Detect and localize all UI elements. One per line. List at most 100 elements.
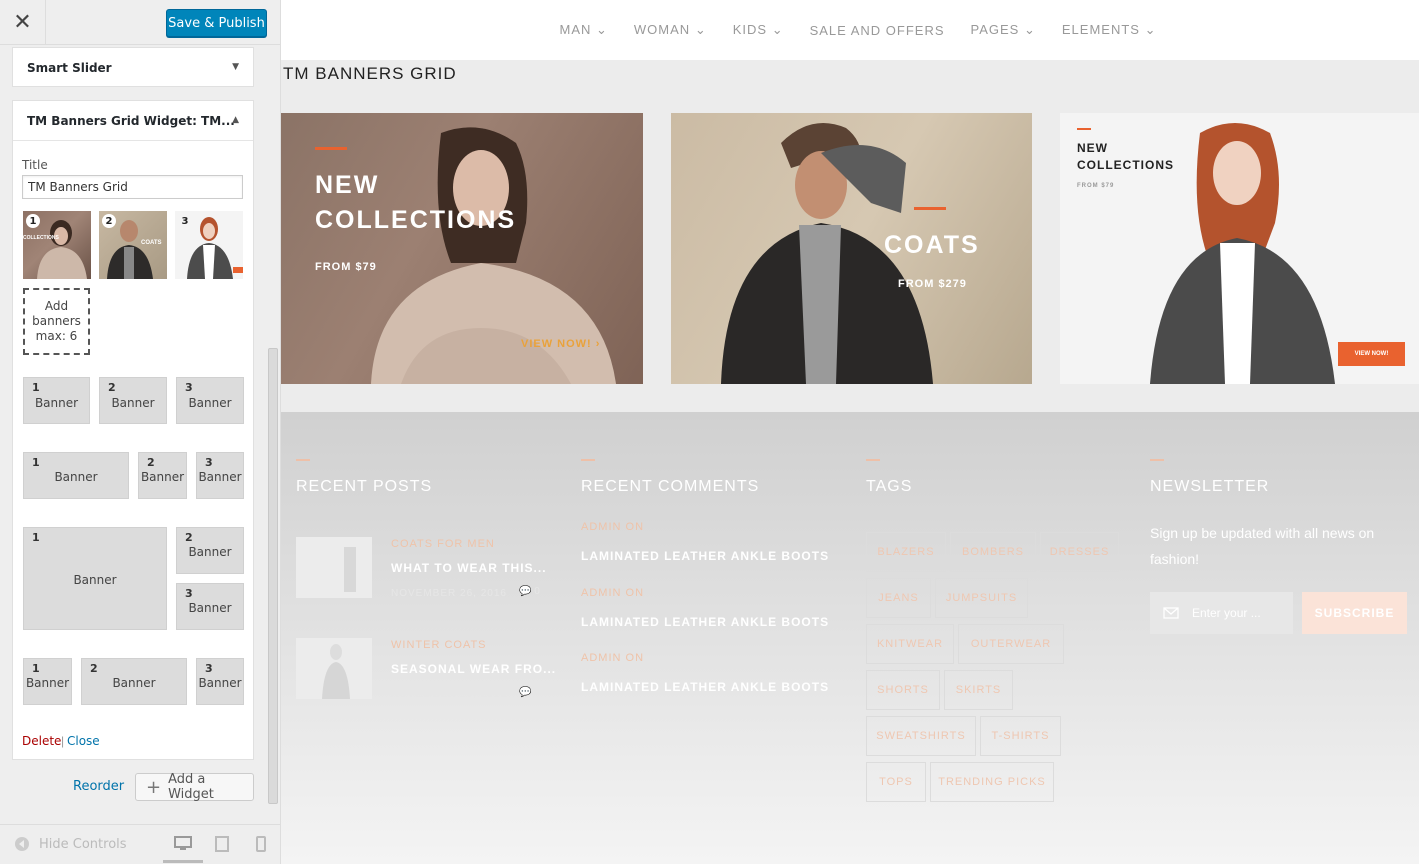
comment-author: ADMIN ON <box>581 587 644 599</box>
banner-accent-line <box>914 207 946 210</box>
customizer-header: ✕ Save & Publish <box>0 0 280 45</box>
author-name[interactable]: ADMIN <box>581 652 621 664</box>
nav-label: WOMAN <box>633 22 691 37</box>
post-category[interactable]: WINTER COATS <box>391 639 487 651</box>
tag-bombers[interactable]: BOMBERS <box>950 532 1036 572</box>
banners-widget-header[interactable]: TM Banners Grid Widget: TM... ▲ <box>13 101 253 141</box>
banner-title-line2: COLLECTIONS <box>315 206 517 234</box>
post-image <box>322 644 350 699</box>
newsletter-email-input[interactable]: Enter your ... <box>1150 592 1293 634</box>
close-icon: ✕ <box>13 10 32 35</box>
section-title: TM BANNERS GRID <box>283 64 457 83</box>
post-comment-count[interactable]: 💬 0 <box>519 586 540 597</box>
add-banners-button[interactable]: Add banners max: 6 <box>23 288 90 355</box>
nav-item-pages[interactable]: PAGES ⌄ <box>971 22 1036 38</box>
layout-cell-label: Banner <box>73 573 117 587</box>
nav-label: MAN <box>559 22 592 37</box>
banner-accent-line <box>315 147 347 150</box>
comment-icon: 💬 <box>519 586 532 597</box>
delete-widget-link[interactable]: Delete <box>22 734 61 748</box>
tag-blazers[interactable]: BLAZERS <box>866 532 946 572</box>
author-name[interactable]: ADMIN <box>581 521 621 533</box>
comment-author: ADMIN ON <box>581 652 644 664</box>
view-now-button[interactable]: VIEW NOW! <box>1338 342 1405 366</box>
tag-shorts[interactable]: SHORTS <box>866 670 940 710</box>
thumbnail-caption: COLLECTIONS <box>23 235 59 241</box>
banner-thumbnail-1[interactable]: 1 COLLECTIONS <box>23 211 91 279</box>
expand-arrow-icon[interactable]: ▼ <box>232 62 239 72</box>
comment-post[interactable]: LAMINATED LEATHER ANKLE BOOTS <box>581 615 829 629</box>
layout-cell-number: 1 <box>32 662 40 675</box>
add-widget-button[interactable]: + Add a Widget <box>135 772 254 802</box>
hide-controls-button[interactable]: Hide Controls <box>14 836 127 852</box>
post-thumbnail[interactable] <box>296 537 372 598</box>
banner-title-line2: COLLECTIONS <box>1077 158 1174 172</box>
link-separator: | <box>61 734 65 748</box>
tablet-preview-icon[interactable] <box>215 836 229 852</box>
add-widget-label: Add a Widget <box>168 772 214 802</box>
nav-item-sale[interactable]: SALE AND OFFERS <box>810 23 945 38</box>
banner-title-line1: NEW <box>1077 141 1108 155</box>
author-on: ON <box>625 521 645 533</box>
tag-trending-picks[interactable]: TRENDING PICKS <box>930 762 1054 802</box>
banner-coats[interactable]: COATS FROM $279 <box>671 113 1032 384</box>
layout-cell-label: Banner <box>54 470 98 484</box>
post-title[interactable]: SEASONAL WEAR FRO... <box>391 662 556 676</box>
tag-jeans[interactable]: JEANS <box>866 578 931 618</box>
layout-cell: 3 Banner <box>176 583 244 630</box>
banner-thumbnail-3[interactable]: 3 <box>175 211 243 279</box>
view-now-link[interactable]: VIEW NOW! › <box>521 338 600 350</box>
comment-post[interactable]: LAMINATED LEATHER ANKLE BOOTS <box>581 549 829 563</box>
post-image <box>344 547 356 592</box>
nav-item-woman[interactable]: WOMAN ⌄ <box>634 22 707 38</box>
nav-item-elements[interactable]: ELEMENTS ⌄ <box>1062 22 1157 38</box>
banner-thumbnail-2[interactable]: 2 COATS <box>99 211 167 279</box>
widget-accent-line <box>1150 459 1164 461</box>
banner-new-collections-2[interactable]: NEW COLLECTIONS FROM $79 VIEW NOW! <box>1060 113 1419 384</box>
layout-cell: 3 Banner <box>196 452 244 499</box>
title-input[interactable] <box>22 175 243 199</box>
tag-jumpsuits[interactable]: JUMPSUITS <box>935 578 1028 618</box>
collapse-arrow-icon[interactable]: ▲ <box>232 115 239 125</box>
save-publish-button[interactable]: Save & Publish <box>166 9 267 37</box>
layout-cell-label: Banner <box>198 470 242 484</box>
post-category[interactable]: COATS FOR MEN <box>391 538 495 550</box>
main-navigation: MAN ⌄ WOMAN ⌄ KIDS ⌄ SALE AND OFFERS PAG… <box>281 0 1419 60</box>
tag-outerwear[interactable]: OUTERWEAR <box>958 624 1064 664</box>
mobile-preview-icon[interactable] <box>256 836 266 852</box>
layout-cell: 2 Banner <box>99 377 167 424</box>
tag-dresses[interactable]: DRESSES <box>1040 532 1119 572</box>
comment-post[interactable]: LAMINATED LEATHER ANKLE BOOTS <box>581 680 829 694</box>
desktop-preview-icon[interactable] <box>174 836 192 852</box>
smart-slider-widget[interactable]: Smart Slider ▼ <box>12 47 254 87</box>
banner-new-collections[interactable]: NEW COLLECTIONS FROM $79 VIEW NOW! › <box>281 113 643 384</box>
post-thumbnail[interactable] <box>296 638 372 699</box>
nav-item-man[interactable]: MAN ⌄ <box>559 22 607 38</box>
layout-cell-number: 3 <box>205 456 213 469</box>
close-customizer-button[interactable]: ✕ <box>0 0 46 45</box>
layout-cell: 1 Banner <box>23 452 129 499</box>
subscribe-button[interactable]: SUBSCRIBE <box>1302 592 1407 634</box>
tag-t-shirts[interactable]: T-SHIRTS <box>980 716 1061 756</box>
post-title[interactable]: WHAT TO WEAR THIS... <box>391 561 547 575</box>
nav-item-kids[interactable]: KIDS ⌄ <box>733 22 784 38</box>
tag-tops[interactable]: TOPS <box>866 762 926 802</box>
nav-label: PAGES <box>970 22 1020 37</box>
comment-icon: 💬 <box>519 687 532 698</box>
tag-skirts[interactable]: SKIRTS <box>944 670 1013 710</box>
chevron-right-icon: › <box>595 338 601 350</box>
tag-sweatshirts[interactable]: SWEATSHIRTS <box>866 716 976 756</box>
scrollbar-thumb[interactable] <box>268 348 278 804</box>
layout-cell-number: 1 <box>32 381 40 394</box>
tag-knitwear[interactable]: KNITWEAR <box>866 624 954 664</box>
banner-price: FROM $79 <box>1077 183 1115 189</box>
close-widget-link[interactable]: Close <box>67 734 100 748</box>
chevron-down-icon: ⌄ <box>694 22 707 37</box>
layout-cell-label: Banner <box>140 470 185 484</box>
author-name[interactable]: ADMIN <box>581 587 621 599</box>
reorder-link[interactable]: Reorder <box>73 779 124 794</box>
banner-title: COATS <box>884 231 980 259</box>
post-comment-count[interactable]: 💬 2 <box>519 687 540 698</box>
layout-cell-label: Banner <box>188 601 232 615</box>
newsletter-text: Sign up be updated with all news on fash… <box>1150 525 1375 567</box>
